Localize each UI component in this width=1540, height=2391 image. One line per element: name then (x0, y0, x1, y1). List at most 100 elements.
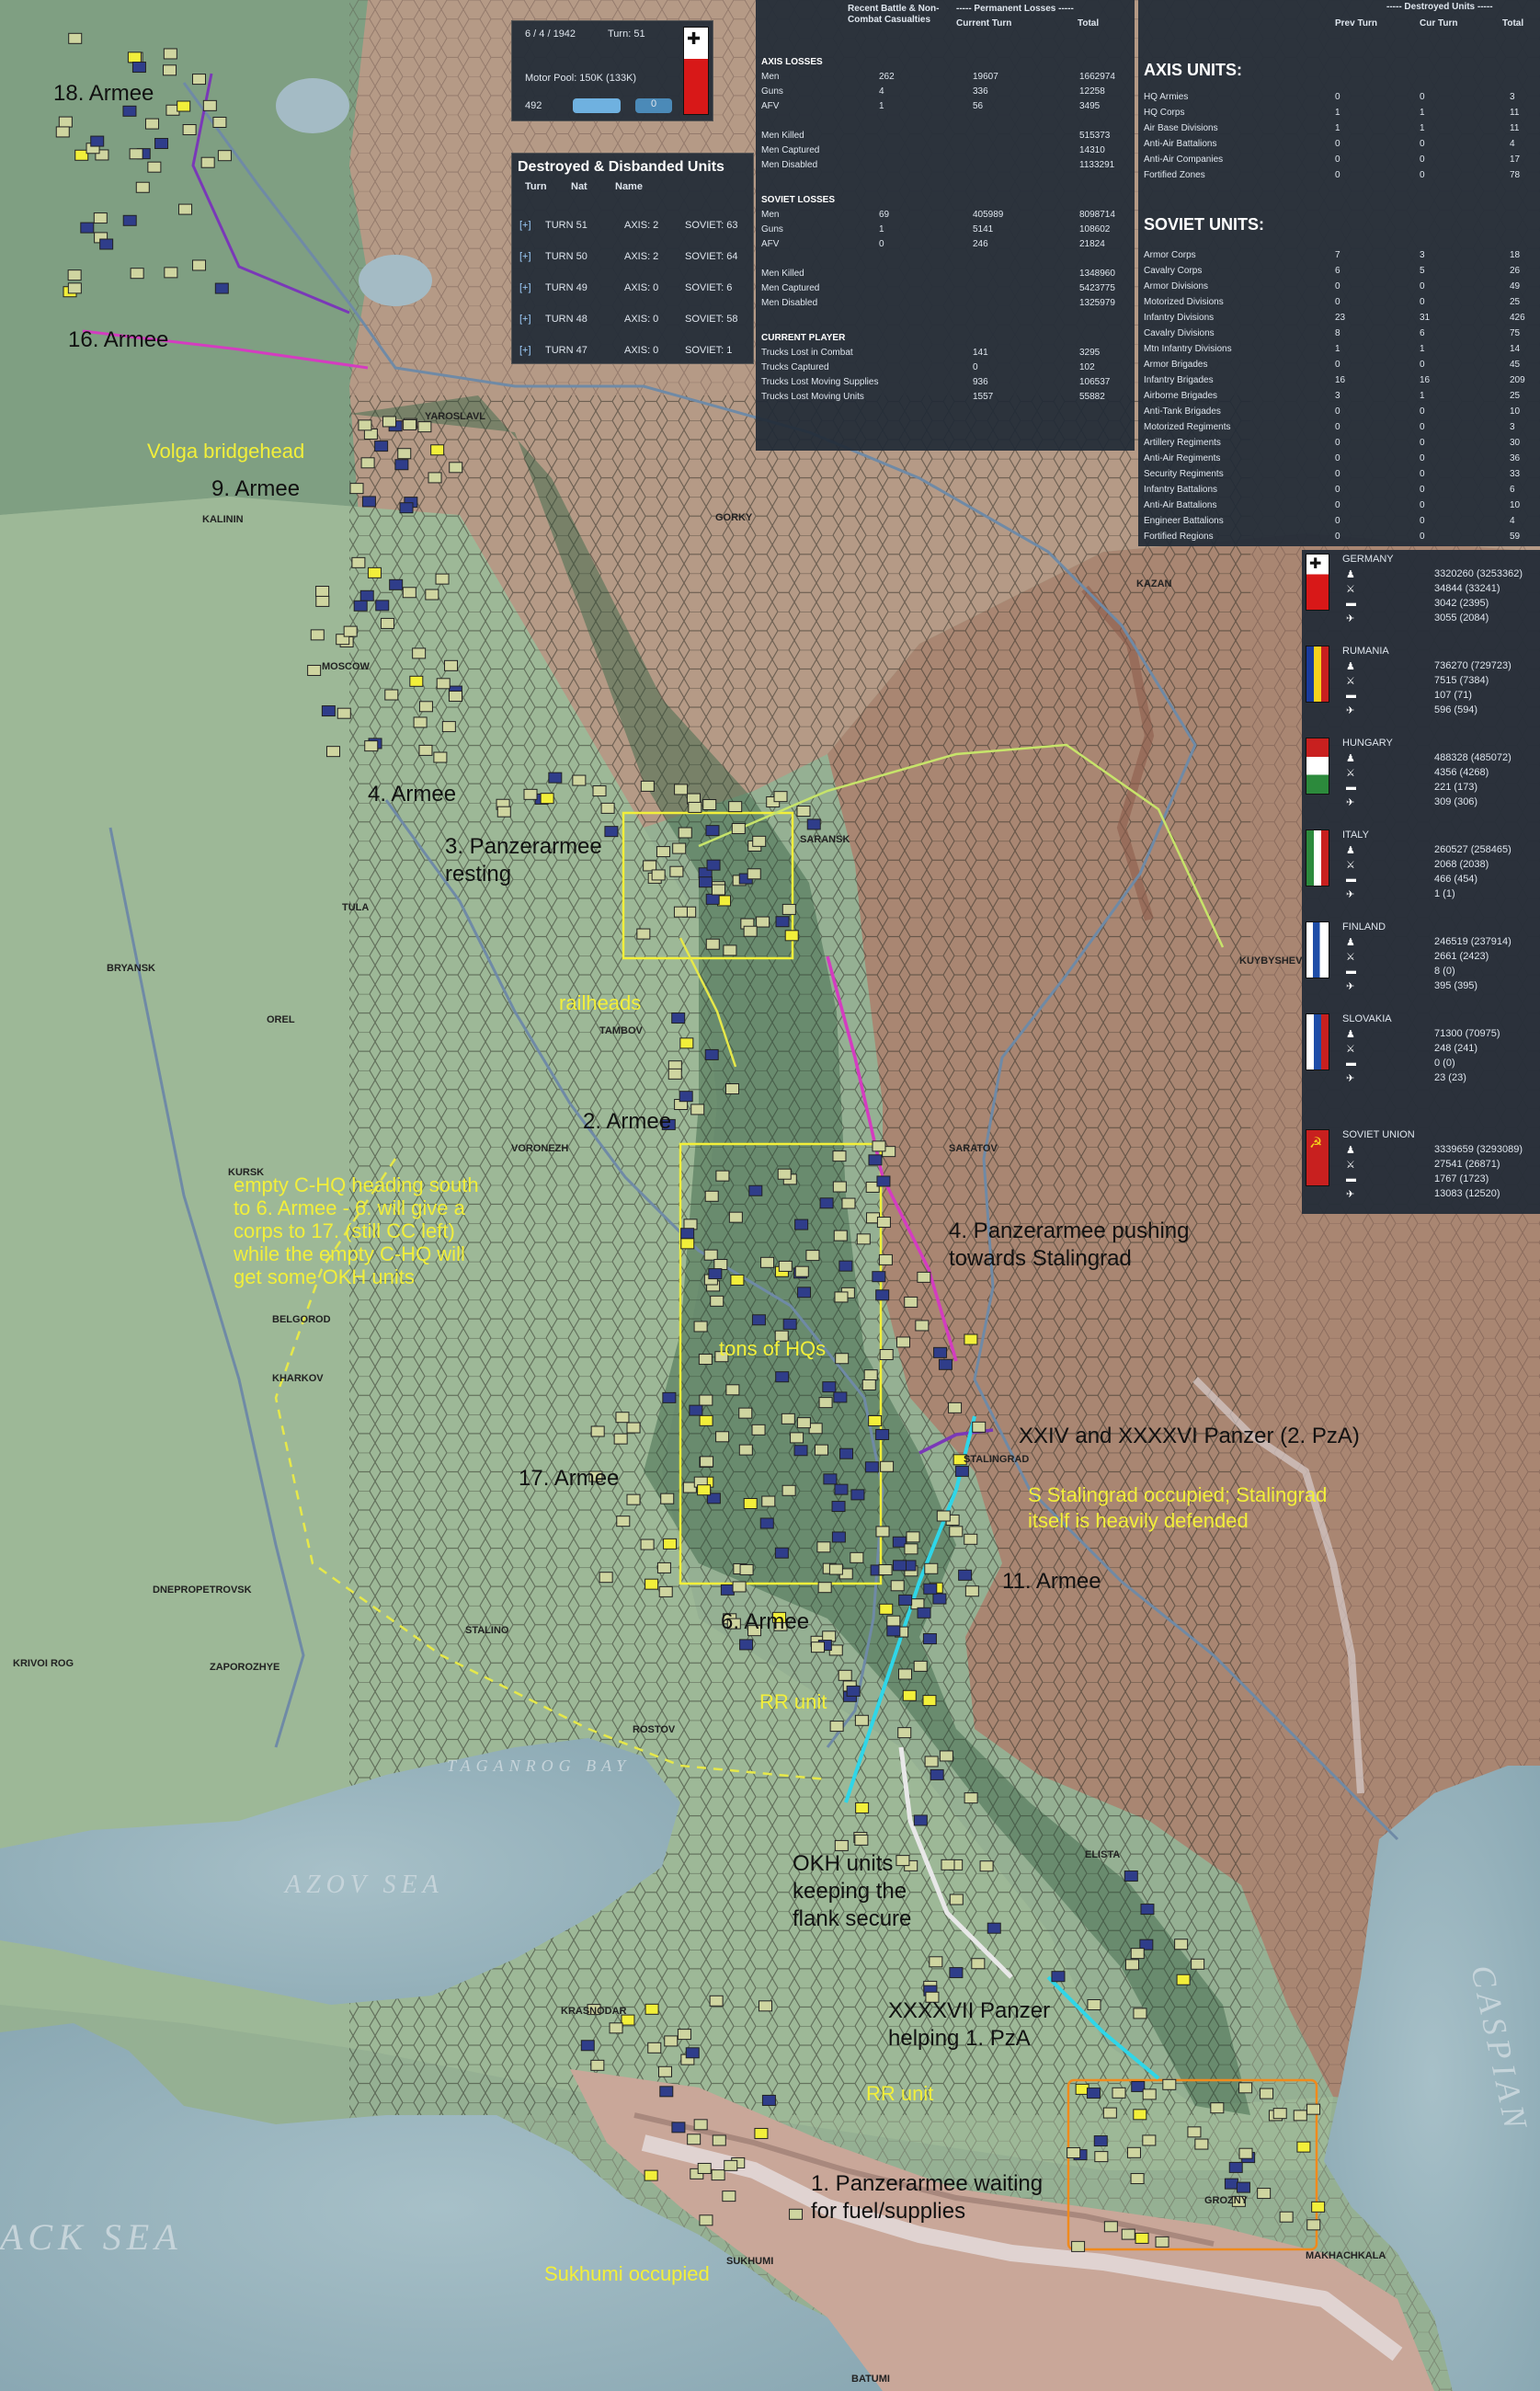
unit-counter[interactable] (819, 1197, 834, 1209)
unit-counter[interactable] (699, 1394, 713, 1406)
unit-counter[interactable] (337, 707, 351, 719)
unit-counter[interactable] (664, 2035, 679, 2047)
unit-counter[interactable] (163, 64, 177, 76)
unit-counter[interactable] (680, 1228, 695, 1240)
expand-toggle[interactable]: [+] (519, 220, 531, 231)
unit-counter[interactable] (822, 1381, 837, 1393)
unit-counter[interactable] (496, 806, 511, 818)
unit-counter[interactable] (580, 2040, 595, 2052)
unit-counter[interactable] (854, 1834, 869, 1846)
unit-counter[interactable] (1133, 2109, 1147, 2121)
unit-counter[interactable] (449, 462, 463, 474)
unit-counter[interactable] (444, 659, 459, 671)
unit-counter[interactable] (1210, 2102, 1225, 2114)
unit-counter[interactable] (1126, 2146, 1141, 2158)
unit-counter[interactable] (202, 99, 217, 111)
unit-counter[interactable] (1133, 2008, 1147, 2019)
unit-counter[interactable] (1279, 2211, 1294, 2223)
unit-counter[interactable] (898, 1594, 913, 1606)
unit-counter[interactable] (693, 2119, 708, 2131)
unit-counter[interactable] (775, 1371, 790, 1383)
unit-counter[interactable] (878, 1253, 893, 1265)
unit-counter[interactable] (382, 416, 396, 428)
unit-counter[interactable] (364, 740, 379, 752)
unit-counter[interactable] (1155, 2236, 1169, 2248)
unit-counter[interactable] (964, 1533, 978, 1545)
unit-counter[interactable] (828, 1563, 843, 1575)
unit-counter[interactable] (759, 1517, 774, 1529)
unit-counter[interactable] (832, 1181, 847, 1193)
unit-counter[interactable] (409, 675, 424, 687)
unit-counter[interactable] (832, 1150, 847, 1162)
unit-counter[interactable] (307, 664, 322, 676)
unit-counter[interactable] (782, 1318, 797, 1330)
unit-counter[interactable] (647, 2042, 662, 2054)
unit-counter[interactable] (743, 1497, 758, 1509)
unit-counter[interactable] (838, 1260, 853, 1272)
unit-counter[interactable] (548, 772, 563, 784)
unit-counter[interactable] (659, 2086, 674, 2098)
unit-counter[interactable] (778, 1260, 793, 1272)
unit-counter[interactable] (933, 1346, 948, 1358)
unit-counter[interactable] (645, 2003, 659, 2015)
unit-counter[interactable] (863, 1369, 878, 1381)
unit-counter[interactable] (662, 1391, 677, 1403)
unit-counter[interactable] (1293, 2110, 1307, 2122)
unit-counter[interactable] (699, 2214, 713, 2226)
unit-counter[interactable] (129, 148, 143, 160)
unit-counter[interactable] (732, 1581, 747, 1593)
unit-counter[interactable] (677, 2029, 691, 2041)
unit-counter[interactable] (402, 587, 416, 599)
unit-counter[interactable] (523, 788, 538, 800)
unit-counter[interactable] (864, 1461, 879, 1473)
unit-counter[interactable] (954, 1465, 969, 1477)
unit-counter[interactable] (680, 1238, 695, 1250)
unit-counter[interactable] (1087, 1998, 1101, 2010)
unit-counter[interactable] (897, 1668, 912, 1680)
unit-counter[interactable] (725, 1083, 740, 1095)
unit-counter[interactable] (68, 32, 83, 44)
unit-counter[interactable] (1130, 2173, 1145, 2185)
unit-counter[interactable] (609, 2022, 623, 2034)
unit-counter[interactable] (428, 472, 442, 484)
unit-counter[interactable] (739, 1639, 754, 1651)
unit-counter[interactable] (728, 801, 743, 813)
unit-counter[interactable] (1130, 1948, 1145, 1960)
unit-counter[interactable] (932, 1593, 947, 1605)
unit-counter[interactable] (660, 1493, 675, 1504)
unit-counter[interactable] (164, 267, 178, 279)
unit-counter[interactable] (700, 1456, 714, 1468)
unit-counter[interactable] (1272, 2108, 1287, 2120)
unit-counter[interactable] (964, 1585, 979, 1597)
unit-counter[interactable] (699, 1414, 713, 1426)
unit-counter[interactable] (917, 1271, 931, 1283)
unit-counter[interactable] (892, 1536, 907, 1548)
unit-counter[interactable] (214, 282, 229, 294)
unit-counter[interactable] (839, 1447, 854, 1459)
unit-counter[interactable] (876, 1217, 891, 1229)
unit-counter[interactable] (924, 1756, 939, 1768)
unit-counter[interactable] (367, 566, 382, 578)
unit-counter[interactable] (834, 1483, 849, 1495)
unit-counter[interactable] (794, 1218, 809, 1230)
unit-counter[interactable] (964, 1333, 978, 1345)
unit-counter[interactable] (315, 586, 330, 598)
unit-counter[interactable] (144, 118, 159, 130)
unit-counter[interactable] (930, 1768, 944, 1780)
unit-counter[interactable] (987, 1922, 1001, 1934)
unit-counter[interactable] (775, 916, 790, 928)
unit-counter[interactable] (761, 1495, 776, 1507)
unit-counter[interactable] (697, 1484, 712, 1496)
unit-counter[interactable] (880, 1460, 895, 1472)
unit-counter[interactable] (841, 1197, 856, 1209)
unit-counter[interactable] (878, 1564, 893, 1576)
unit-counter[interactable] (949, 1967, 964, 1979)
unit-counter[interactable] (163, 48, 177, 60)
unit-counter[interactable] (924, 1562, 939, 1574)
unit-counter[interactable] (811, 1642, 826, 1653)
unit-counter[interactable] (713, 1259, 728, 1271)
unit-counter[interactable] (706, 859, 721, 871)
unit-counter[interactable] (936, 1510, 951, 1522)
unit-counter[interactable] (658, 1585, 673, 1597)
unit-counter[interactable] (1131, 2080, 1146, 2092)
